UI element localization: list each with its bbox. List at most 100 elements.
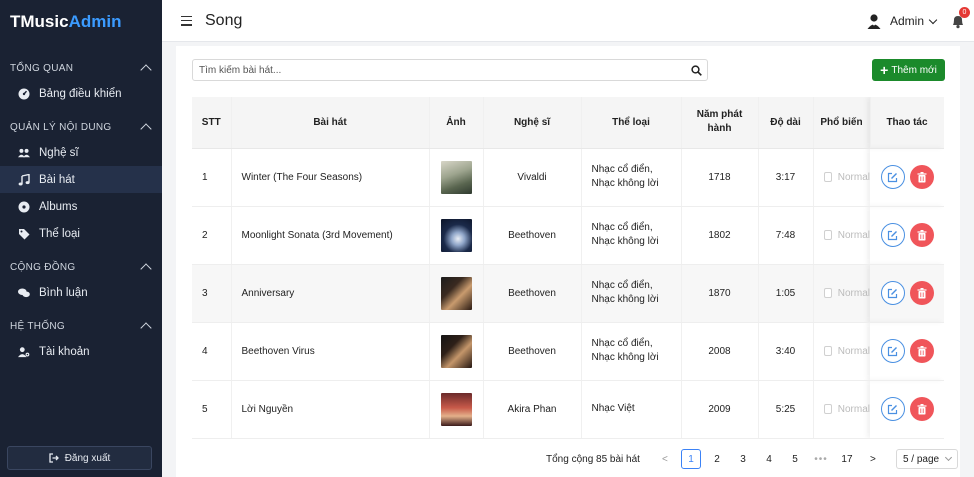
cell-song-title: Lời Nguyền [231,380,430,439]
add-song-button[interactable]: + Thêm mới [872,59,945,81]
column-header-artist: Nghệ sĩ [483,97,582,149]
popular-label: Normal [837,287,870,299]
page-button-3[interactable]: 3 [733,449,753,469]
sidebar-item-genres[interactable]: Thể loại [0,220,162,247]
notification-bell-icon[interactable]: 0 [950,7,970,29]
cell-popular: Normal [813,322,870,381]
cell-artist: Akira Phan [483,380,582,439]
logout-label: Đăng xuất [64,452,111,464]
cell-year: 2009 [681,380,759,439]
edit-button[interactable] [880,281,905,305]
next-page-button[interactable]: > [863,449,883,469]
delete-button[interactable] [909,281,934,305]
section-title: CỘNG ĐỒNG [10,261,76,273]
search-icon[interactable] [685,64,707,76]
cell-image [429,380,484,439]
pagination: Tổng cộng 85 bài hát < 1 2 3 4 5 ••• 17 … [546,448,958,470]
page-button-5[interactable]: 5 [785,449,805,469]
page-button-2[interactable]: 2 [707,449,727,469]
edit-button[interactable] [880,165,905,189]
chevron-up-icon [140,64,152,76]
page-jump-next[interactable]: ••• [811,449,831,469]
edit-button[interactable] [880,223,905,247]
cell-stt: 1 [192,148,232,207]
cell-stt: 3 [192,264,232,323]
cell-popular: Normal [813,206,870,265]
cell-duration: 5:25 [758,380,814,439]
popular-checkbox[interactable] [823,346,832,356]
chevron-down-icon[interactable] [928,15,938,24]
cell-genre: Nhạc cổ điển, Nhạc không lời [581,206,682,265]
cell-artist: Beethoven [483,322,582,381]
delete-button[interactable] [909,165,934,189]
sidebar-item-artists[interactable]: Nghệ sĩ [0,139,162,166]
song-cover-image [440,392,472,426]
table-row: 4 Beethoven Virus Beethoven Nhạc cổ điển, Nh… [192,322,944,381]
delete-button[interactable] [909,339,934,363]
cell-song-title: Winter (The Four Seasons) [231,148,430,207]
cell-artist: Vivaldi [483,148,582,207]
section-quan-ly-noi-dung[interactable]: QUẢN LÝ NỘI DUNG [0,115,162,139]
user-cog-icon [18,346,30,358]
brand-logo[interactable]: TMusic Admin [0,0,162,44]
table-row: 3 Anniversary Beethoven Nhạc cổ điển, Nhạc k… [192,264,944,323]
popular-checkbox[interactable] [823,172,832,182]
search-input[interactable] [193,60,685,80]
edit-button[interactable] [880,397,905,421]
delete-button[interactable] [909,223,934,247]
cell-actions [870,206,944,265]
cell-image [429,264,484,323]
cell-image [429,148,484,207]
cell-year: 2008 [681,322,759,381]
cell-popular: Normal [813,264,870,323]
songs-table-wrapper: STT Bài hát Ảnh Nghệ sĩ Thể loại Năm phá… [192,97,944,439]
cell-actions [870,148,944,207]
add-button-label: Thêm mới [891,64,937,76]
page-size-select[interactable]: 5 / page [895,449,958,469]
song-cover-image [440,160,472,194]
table-header-row: STT Bài hát Ảnh Nghệ sĩ Thể loại Năm phá… [192,97,944,149]
section-he-thong[interactable]: HỆ THỐNG [0,314,162,338]
genre-line-1: Nhạc cổ điển, [591,338,653,349]
cell-image [429,322,484,381]
prev-page-button[interactable]: < [655,449,675,469]
popular-checkbox[interactable] [823,230,832,240]
chevron-up-icon [140,263,152,275]
menu-toggle-icon[interactable] [181,15,192,26]
cell-popular: Normal [813,380,870,439]
page-button-1[interactable]: 1 [680,449,701,469]
user-name[interactable]: Admin [890,14,924,28]
logout-button[interactable]: Đăng xuất [7,446,152,470]
sidebar-item-dashboard[interactable]: Bảng điều khiển [0,80,162,107]
top-header: Song Admin 0 [162,0,974,42]
sidebar-item-songs[interactable]: Bài hát [0,166,162,193]
cell-genre: Nhạc cổ điển, Nhạc không lời [581,264,682,323]
edit-button[interactable] [880,339,905,363]
popular-checkbox[interactable] [823,288,832,298]
page-button-last[interactable]: 17 [837,449,857,469]
cell-duration: 3:17 [758,148,814,207]
genre-line-1: Nhạc Việt [591,403,635,414]
popular-checkbox[interactable] [823,404,832,414]
page-button-4[interactable]: 4 [759,449,779,469]
edit-icon [887,230,898,240]
sidebar-item-label: Tài khoản [39,345,90,358]
song-cover-image [440,334,472,368]
cell-genre: Nhạc cổ điển, Nhạc không lời [581,148,682,207]
column-header-genre: Thể loại [581,97,682,149]
user-avatar-icon[interactable] [866,13,882,29]
section-tong-quan[interactable]: TỔNG QUAN [0,56,162,80]
disc-icon [18,201,30,213]
dashboard-icon [18,88,30,100]
songs-table: STT Bài hát Ảnh Nghệ sĩ Thể loại Năm phá… [192,97,944,439]
delete-button[interactable] [909,397,934,421]
sidebar-item-comments[interactable]: Bình luận [0,279,162,306]
cell-artist: Beethoven [483,206,582,265]
sidebar-item-accounts[interactable]: Tài khoản [0,338,162,365]
music-note-icon [18,173,30,186]
sidebar-item-albums[interactable]: Albums [0,193,162,220]
trash-icon [917,345,926,356]
table-row: 1 Winter (The Four Seasons) Vivaldi Nhạc cổ… [192,148,944,207]
popular-label: Normal [837,345,870,357]
section-cong-dong[interactable]: CỘNG ĐỒNG [0,255,162,279]
